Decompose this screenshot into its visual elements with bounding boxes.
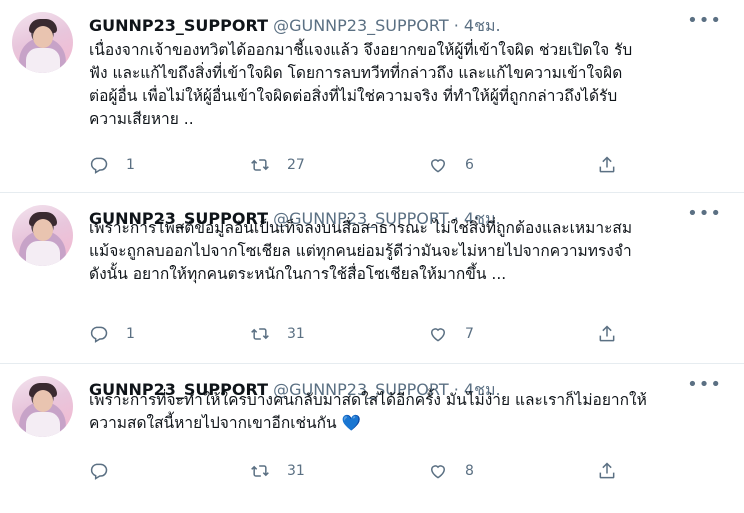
- retweet-button[interactable]: 27: [250, 155, 305, 175]
- reply-button[interactable]: [89, 461, 126, 481]
- dot-separator: ·: [453, 16, 459, 35]
- avatar-face: [33, 26, 53, 48]
- like-button[interactable]: 6: [428, 155, 474, 175]
- retweet-icon: [251, 328, 269, 340]
- tweet-text: เพราะการโพสต์ข้อมูลอันเป็นเท็จลงบนสื่อสา…: [89, 219, 633, 283]
- timestamp[interactable]: 4ชม.: [464, 16, 501, 35]
- tweet[interactable]: GUNNP23_SUPPORT @GUNNP23_SUPPORT · 4ชม. …: [0, 364, 744, 513]
- retweet-count: 31: [287, 463, 305, 479]
- reply-icon: [90, 326, 108, 343]
- share-icon: [599, 156, 615, 173]
- reply-button[interactable]: 1: [89, 155, 135, 175]
- tweet-text: เพราะการที่จะทำให้ใครบางคนกลับมาสดใสได้อ…: [89, 389, 721, 435]
- avatar-body: [26, 48, 60, 73]
- share-button[interactable]: [597, 461, 617, 481]
- like-count: 7: [465, 326, 474, 342]
- retweet-button[interactable]: 31: [250, 461, 305, 481]
- reply-icon: [90, 463, 108, 480]
- tweet-actions: 1 31 7: [89, 324, 629, 348]
- heart-icon: [430, 328, 446, 342]
- avatar[interactable]: [12, 376, 73, 437]
- tweet-text-body: เพราะการที่จะทำให้ใครบางคนกลับมาสดใสได้อ…: [89, 391, 647, 432]
- tweet-text: เนื่องจากเจ้าของทวิตได้ออกมาชี้แจงแล้ว จ…: [89, 41, 633, 128]
- like-count: 8: [465, 463, 474, 479]
- more-icon[interactable]: •••: [687, 12, 722, 30]
- avatar-face: [33, 390, 53, 412]
- heart-icon: [430, 465, 446, 479]
- tweet-actions: 1 27 6: [89, 155, 629, 179]
- heart-icon: [430, 159, 446, 173]
- avatar-body: [26, 412, 60, 437]
- reply-count: 1: [126, 326, 135, 342]
- tweet-actions: 31 8: [89, 461, 629, 485]
- tweet[interactable]: GUNNP23_SUPPORT @GUNNP23_SUPPORT · 4ชม. …: [0, 193, 744, 364]
- user-handle[interactable]: @GUNNP23_SUPPORT: [273, 16, 449, 35]
- share-button[interactable]: [597, 155, 617, 175]
- retweet-icon: [251, 159, 269, 171]
- avatar-body: [26, 241, 60, 266]
- like-count: 6: [465, 157, 474, 173]
- like-button[interactable]: 8: [428, 461, 474, 481]
- reply-count: 1: [126, 157, 135, 173]
- display-name[interactable]: GUNNP23_SUPPORT: [89, 16, 268, 35]
- retweet-count: 31: [287, 326, 305, 342]
- share-button[interactable]: [597, 324, 617, 344]
- avatar[interactable]: [12, 12, 73, 73]
- share-icon: [599, 462, 615, 479]
- retweet-button[interactable]: 31: [250, 324, 305, 344]
- avatar-face: [33, 219, 53, 241]
- avatar[interactable]: [12, 205, 73, 266]
- blue-heart-emoji: 💙: [341, 414, 361, 432]
- tweet-header: GUNNP23_SUPPORT @GUNNP23_SUPPORT · 4ชม.: [89, 14, 501, 39]
- reply-icon: [90, 157, 108, 174]
- tweet[interactable]: GUNNP23_SUPPORT @GUNNP23_SUPPORT · 4ชม. …: [0, 0, 744, 193]
- like-button[interactable]: 7: [428, 324, 474, 344]
- retweet-count: 27: [287, 157, 305, 173]
- retweet-icon: [251, 465, 269, 477]
- share-icon: [599, 325, 615, 342]
- reply-button[interactable]: 1: [89, 324, 135, 344]
